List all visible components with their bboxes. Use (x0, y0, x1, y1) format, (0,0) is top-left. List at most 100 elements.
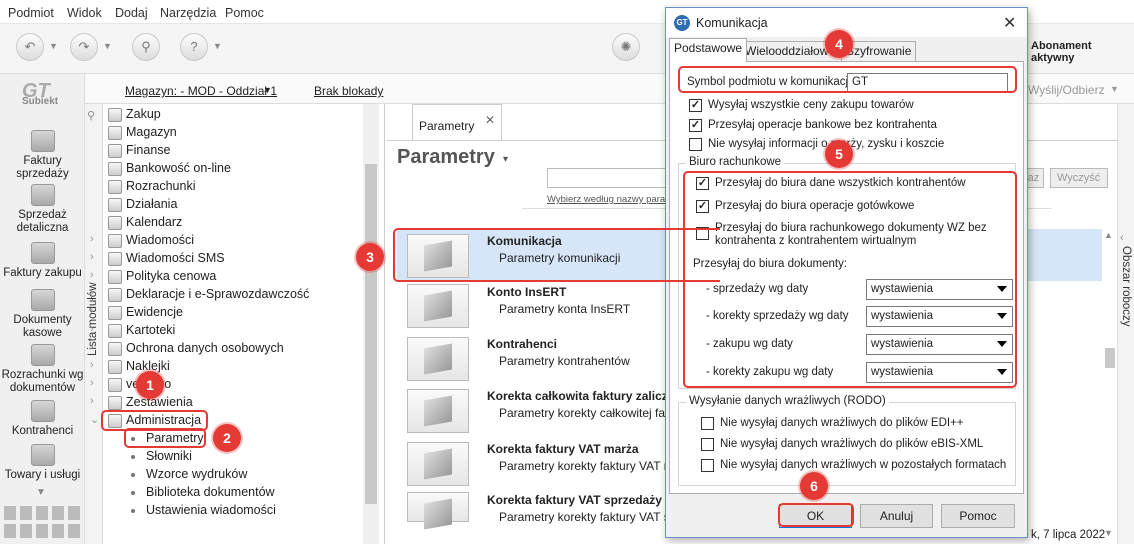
chevron-right-icon[interactable]: › (90, 323, 94, 335)
tree-item-zakup[interactable]: Zakup (105, 106, 360, 124)
chevron-down-icon[interactable]: ▼ (1110, 84, 1119, 94)
forward-icon[interactable]: ↷ (70, 33, 98, 61)
step-badge: 6 (800, 472, 828, 500)
chevron-right-icon[interactable]: › (90, 287, 94, 299)
tree-item-deklaracje[interactable]: › Deklaracje i e-Sprawozdawczość (90, 286, 360, 304)
chevron-down-icon[interactable]: ▼ (263, 85, 272, 95)
nav-towary[interactable]: Towary i usługi (0, 444, 85, 482)
checkbox-box[interactable] (701, 459, 714, 472)
tree-item-rozrachunki[interactable]: Rozrachunki (105, 178, 360, 196)
logo-text: Subiekt (22, 96, 59, 107)
nav-mini-icons[interactable] (4, 506, 82, 520)
nav-kontrahenci[interactable]: Kontrahenci (0, 400, 85, 438)
pin-icon[interactable]: ⚲ (87, 109, 95, 122)
chevron-right-icon[interactable]: › (90, 305, 94, 317)
checkbox-box[interactable] (701, 438, 714, 451)
chevron-right-icon[interactable]: › (90, 341, 94, 353)
menu-narzedzia[interactable]: Narzędzia (160, 6, 216, 20)
menu-pomoc[interactable]: Pomoc (225, 6, 264, 20)
module-icon (108, 126, 122, 140)
clear-button[interactable]: Wyczyść (1050, 168, 1108, 188)
chevron-right-icon[interactable]: › (90, 377, 94, 389)
chevron-up-icon[interactable]: ▲ (1104, 230, 1113, 240)
chevron-right-icon[interactable]: › (90, 233, 94, 245)
back-icon[interactable]: ↶ (16, 33, 44, 61)
tab-podstawowe[interactable]: Podstawowe (669, 38, 748, 62)
checkbox-box[interactable] (689, 138, 702, 151)
settlements-icon (30, 344, 55, 366)
checkbox-box[interactable] (701, 417, 714, 430)
chevron-down-icon[interactable]: ▼ (49, 41, 58, 51)
nav-rozrachunki[interactable]: Rozrachunki wg dokumentów (0, 344, 85, 395)
tree-item-kalendarz[interactable]: Kalendarz (105, 214, 360, 232)
modules-vertical-tab[interactable]: ⚲ Lista modułów (85, 104, 103, 544)
retail-icon (30, 184, 55, 206)
row-title[interactable]: Korekta faktury VAT sprzedaży (487, 493, 662, 507)
row-title[interactable]: Korekta całkowita faktury zaliczkow (487, 389, 691, 403)
checkbox-box[interactable]: ✓ (689, 99, 702, 112)
nav-dokumenty-kasowe[interactable]: Dokumenty kasowe (0, 289, 85, 340)
chevron-down-icon[interactable]: ▾ (503, 154, 508, 165)
tree-item-bankowosc[interactable]: Bankowość on-line (105, 160, 360, 178)
close-icon[interactable]: ✕ (1003, 13, 1016, 33)
tab-parametry[interactable]: Parametry ✕ (412, 104, 502, 140)
nav-sprzedaz-detaliczna[interactable]: Sprzedaż detaliczna (0, 184, 85, 235)
nav-mini-icons[interactable] (4, 524, 82, 538)
tree-item-ewidencje[interactable]: › Ewidencje (90, 304, 360, 322)
chevron-right-icon[interactable]: › (90, 395, 94, 407)
tree-item-dzialania[interactable]: Działania (105, 196, 360, 214)
close-icon[interactable]: ✕ (485, 113, 495, 127)
tree-item-sms[interactable]: › Wiadomości SMS (90, 250, 360, 268)
module-icon (108, 396, 122, 410)
loading-icon[interactable]: ✺ (612, 33, 640, 61)
blokada-link[interactable]: Brak blokady (314, 84, 383, 98)
row-sub[interactable]: Parametry korekty faktury VAT m (499, 459, 674, 473)
scroll-thumb[interactable] (1105, 348, 1115, 368)
module-scrollbar[interactable] (363, 104, 379, 544)
tree-item-ochrona[interactable]: › Ochrona danych osobowych (90, 340, 360, 358)
chevron-down-icon[interactable]: ▼ (36, 487, 46, 498)
row-title[interactable]: Konto InsERT (487, 285, 566, 299)
tree-item-polityka[interactable]: › Polityka cenowa (90, 268, 360, 286)
help-button[interactable]: Pomoc (941, 504, 1015, 528)
magazyn-selector[interactable]: Magazyn: - MOD - Oddział 1 (125, 84, 277, 98)
nav-faktury-sprzedazy[interactable]: Faktury sprzedaży (0, 130, 85, 181)
menu-dodaj[interactable]: Dodaj (115, 6, 148, 20)
checkbox-box[interactable]: ✓ (689, 119, 702, 132)
tree-item-finanse[interactable]: Finanse (105, 142, 360, 160)
row-sub[interactable]: Parametry korekty faktury VAT sp (499, 510, 676, 524)
chevron-right-icon[interactable]: › (90, 269, 94, 281)
module-icon (108, 306, 122, 320)
chevron-down-icon[interactable]: ▼ (1104, 528, 1113, 538)
tree-item-kartoteki[interactable]: › Kartoteki (90, 322, 360, 340)
stamp-icon[interactable]: ⚲ (132, 33, 160, 61)
scroll-thumb[interactable] (365, 164, 377, 504)
goods-icon (30, 444, 55, 466)
chevron-right-icon[interactable]: › (90, 251, 94, 263)
row-sub[interactable]: Parametry korekty całkowitej fak (499, 406, 671, 420)
help-icon[interactable]: ? (180, 33, 208, 61)
send-receive-button[interactable]: Wyślij/Odbierz (1028, 83, 1105, 97)
right-panel[interactable]: ‹ Obszar roboczy ▲ ▼ (1104, 104, 1134, 544)
chevron-left-icon[interactable]: ‹ (1120, 232, 1124, 244)
row-title[interactable]: Kontrahenci (487, 337, 557, 351)
nav-faktury-zakupu[interactable]: Faktury zakupu (0, 242, 85, 280)
subscription-status: Abonament aktywny (1031, 40, 1092, 64)
cancel-button[interactable]: Anuluj (860, 504, 933, 528)
menu-widok[interactable]: Widok (67, 6, 102, 20)
row-sub[interactable]: Parametry kontrahentów (499, 354, 630, 368)
menu-podmiot[interactable]: Podmiot (8, 6, 54, 20)
step-badge: 4 (825, 30, 853, 58)
chevron-down-icon[interactable]: ⌄ (90, 413, 99, 426)
app-icon: GT (674, 15, 690, 31)
tree-item-magazyn[interactable]: Magazyn (105, 124, 360, 142)
chevron-right-icon[interactable]: › (90, 359, 94, 371)
chevron-down-icon[interactable]: ▼ (213, 41, 222, 51)
row-sub[interactable]: Parametry konta InsERT (499, 302, 630, 316)
bullet-icon (131, 491, 135, 495)
dialog-title: Komunikacja (696, 16, 768, 30)
tree-item-wiadomosci[interactable]: › Wiadomości (90, 232, 360, 250)
row-title[interactable]: Korekta faktury VAT marża (487, 442, 639, 456)
chevron-down-icon[interactable]: ▼ (103, 41, 112, 51)
search-input[interactable] (547, 168, 667, 188)
